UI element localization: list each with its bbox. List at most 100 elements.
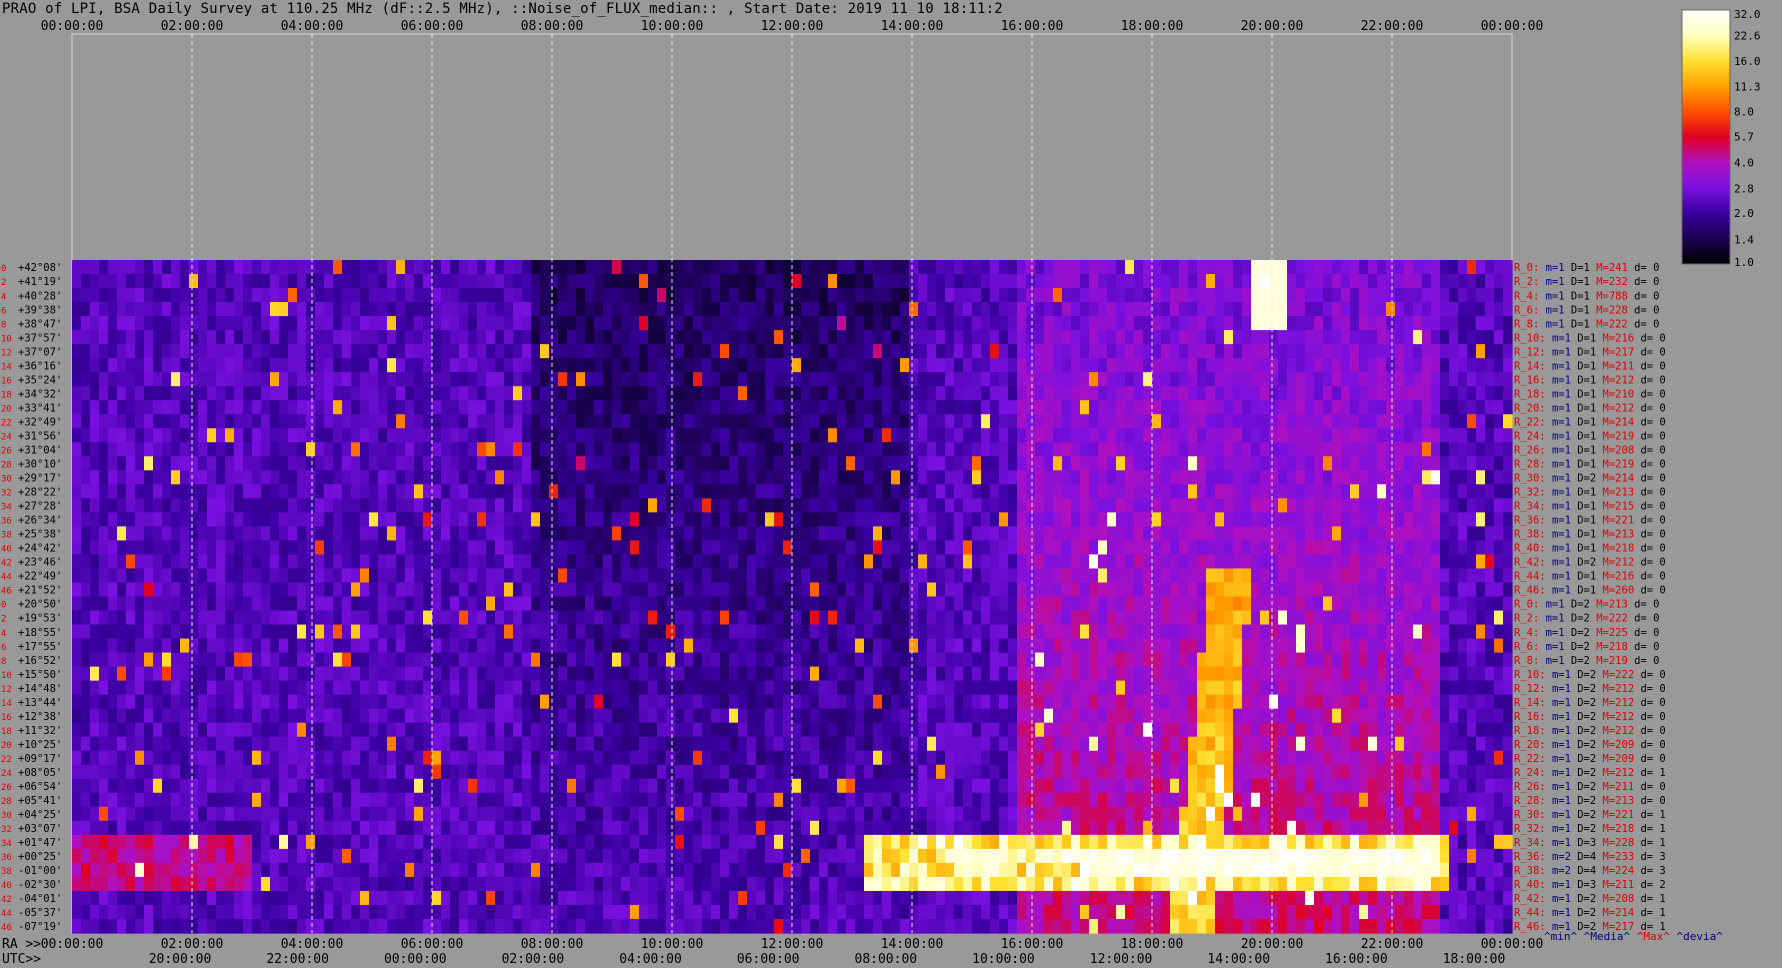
heatmap-cell — [1377, 638, 1387, 654]
heatmap-cell — [1170, 260, 1180, 275]
heatmap-cell — [1368, 414, 1378, 429]
heatmap-cell — [783, 470, 793, 485]
heatmap-cell — [441, 386, 451, 401]
heatmap-cell — [693, 442, 703, 457]
heatmap-cell — [873, 540, 883, 556]
heatmap-cell — [621, 666, 631, 682]
heatmap-cell — [918, 540, 928, 556]
heatmap-cell — [459, 484, 469, 499]
heatmap-cell — [1440, 372, 1450, 387]
heatmap-cell — [981, 610, 991, 626]
heatmap-cell — [1350, 344, 1360, 359]
heatmap-cell — [1260, 568, 1270, 584]
heatmap-cell — [1386, 470, 1396, 485]
heatmap-cell — [765, 582, 775, 598]
heatmap-cell — [1152, 288, 1162, 303]
heatmap-cell — [459, 288, 469, 303]
heatmap-cell — [684, 652, 694, 668]
heatmap-cell — [342, 442, 352, 457]
heatmap-cell — [774, 274, 784, 289]
heatmap-cell — [1287, 596, 1297, 612]
heatmap-cell — [387, 358, 397, 373]
heatmap-cell — [1143, 372, 1153, 387]
heatmap-cell — [1287, 652, 1297, 668]
heatmap-cell — [1377, 498, 1387, 513]
heatmap-cell — [162, 540, 172, 556]
heatmap-cell — [522, 260, 532, 275]
heatmap-cell — [1044, 470, 1054, 485]
heatmap-cell — [612, 680, 622, 696]
heatmap-cell — [1422, 554, 1432, 570]
heatmap-cell — [945, 316, 955, 331]
heatmap-cell — [1476, 680, 1486, 696]
heatmap-cell — [621, 428, 631, 443]
heatmap-cell — [252, 694, 262, 710]
heatmap-cell — [792, 358, 802, 373]
heatmap-cell — [423, 260, 433, 275]
heatmap-cell — [1242, 386, 1252, 401]
heatmap-cell — [639, 652, 649, 668]
heatmap-cell — [774, 428, 784, 443]
heatmap-cell — [1134, 512, 1144, 527]
heatmap-cell — [1350, 568, 1360, 584]
heatmap-cell — [1458, 372, 1468, 387]
heatmap-cell — [558, 316, 568, 331]
heatmap-cell — [477, 414, 487, 429]
heatmap-cell — [954, 610, 964, 626]
heatmap-cell — [783, 498, 793, 513]
heatmap-cell — [711, 330, 721, 345]
heatmap-cell — [945, 568, 955, 584]
heatmap-cell — [207, 596, 217, 612]
heatmap-cell — [72, 288, 82, 303]
heatmap-cell — [468, 596, 478, 612]
heatmap-cell — [1386, 400, 1396, 415]
heatmap-cell — [72, 596, 82, 612]
heatmap-cell — [477, 498, 487, 513]
heatmap-cell — [819, 302, 829, 317]
heatmap-cell — [1233, 372, 1243, 387]
heatmap-cell — [540, 344, 550, 359]
heatmap-cell — [909, 498, 919, 513]
heatmap-cell — [450, 456, 460, 471]
heatmap-cell — [450, 512, 460, 527]
heatmap-cell — [693, 470, 703, 485]
heatmap-cell — [558, 456, 568, 471]
heatmap-cell — [297, 498, 307, 513]
heatmap-cell — [423, 274, 433, 289]
heatmap-cell — [1422, 358, 1432, 373]
heatmap-cell — [972, 414, 982, 429]
heatmap-cell — [927, 274, 937, 289]
heatmap-cell — [666, 680, 676, 696]
heatmap-cell — [1242, 554, 1252, 570]
heatmap-cell — [1044, 400, 1054, 415]
heatmap-cell — [333, 470, 343, 485]
heatmap-cell — [450, 610, 460, 626]
heatmap-cell — [702, 638, 712, 654]
heatmap-cell — [963, 330, 973, 345]
heatmap-cell — [576, 652, 586, 668]
heatmap-cell — [657, 456, 667, 471]
heatmap-cell — [1476, 470, 1486, 485]
heatmap-cell — [720, 596, 730, 612]
heatmap-cell — [837, 470, 847, 485]
heatmap-cell — [828, 540, 838, 556]
heatmap-cell — [783, 554, 793, 570]
heatmap-cell — [972, 344, 982, 359]
heatmap-cell — [432, 610, 442, 626]
heatmap-cell — [387, 596, 397, 612]
heatmap-cell — [540, 316, 550, 331]
heatmap-cell — [594, 372, 604, 387]
heatmap-cell — [1215, 554, 1225, 570]
heatmap-cell — [243, 582, 253, 598]
heatmap-cell — [252, 582, 262, 598]
heatmap-cell — [117, 260, 127, 275]
heatmap-cell — [1170, 554, 1180, 570]
heatmap-cell — [216, 680, 226, 696]
heatmap-cell — [1224, 638, 1234, 654]
heatmap-cell — [153, 372, 163, 387]
heatmap-cell — [387, 456, 397, 471]
heatmap-cell — [1071, 554, 1081, 570]
heatmap-cell — [1044, 302, 1054, 317]
heatmap-cell — [1134, 260, 1144, 275]
heatmap-cell — [693, 484, 703, 499]
